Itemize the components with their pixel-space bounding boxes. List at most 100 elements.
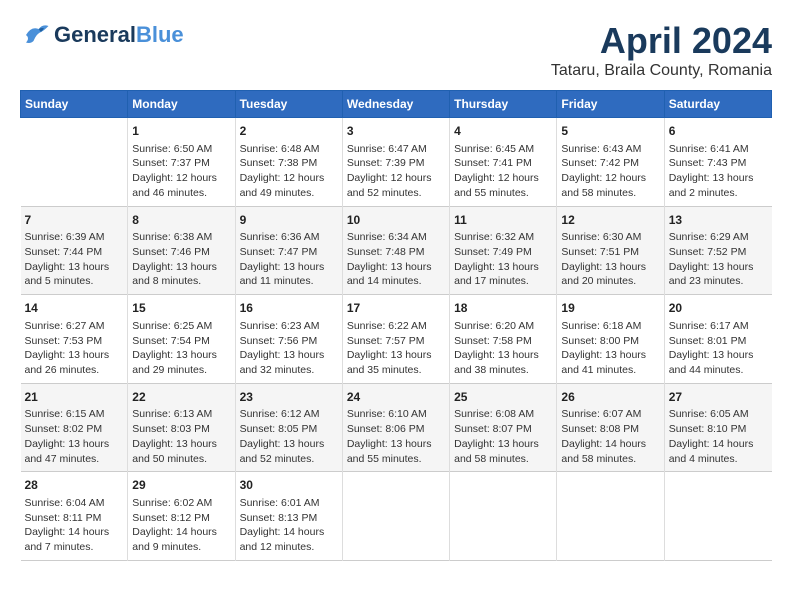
calendar-cell: 13Sunrise: 6:29 AMSunset: 7:52 PMDayligh…	[664, 206, 771, 295]
logo: GeneralBlue	[20, 20, 184, 50]
day-info: Sunrise: 6:08 AMSunset: 8:07 PMDaylight:…	[454, 407, 552, 466]
day-info: Sunrise: 6:02 AMSunset: 8:12 PMDaylight:…	[132, 496, 230, 555]
day-number: 10	[347, 212, 445, 229]
calendar-cell: 1 Sunrise: 6:50 AMSunset: 7:37 PMDaylight…	[128, 118, 235, 207]
day-info: Sunrise: 6:25 AMSunset: 7:54 PMDaylight:…	[132, 319, 230, 378]
day-info: Sunrise: 6:10 AMSunset: 8:06 PMDaylight:…	[347, 407, 445, 466]
day-number: 27	[669, 389, 768, 406]
day-number: 22	[132, 389, 230, 406]
day-number: 3	[347, 123, 445, 140]
day-number: 7	[25, 212, 124, 229]
day-number: 2	[240, 123, 338, 140]
calendar-cell: 24Sunrise: 6:10 AMSunset: 8:06 PMDayligh…	[342, 383, 449, 472]
day-number: 13	[669, 212, 768, 229]
day-info: Sunrise: 6:30 AMSunset: 7:51 PMDaylight:…	[561, 230, 659, 289]
day-info: Sunrise: 6:07 AMSunset: 8:08 PMDaylight:…	[561, 407, 659, 466]
calendar-cell: 26Sunrise: 6:07 AMSunset: 8:08 PMDayligh…	[557, 383, 664, 472]
day-info: Sunrise: 6:01 AMSunset: 8:13 PMDaylight:…	[240, 496, 338, 555]
calendar-cell: 2 Sunrise: 6:48 AMSunset: 7:38 PMDaylight…	[235, 118, 342, 207]
day-number: 8	[132, 212, 230, 229]
header-tuesday: Tuesday	[235, 91, 342, 118]
day-info: Sunrise: 6:18 AMSunset: 8:00 PMDaylight:…	[561, 319, 659, 378]
calendar-cell: 20 Sunrise: 6:17 AMSunset: 8:01 PMDayligh…	[664, 295, 771, 384]
calendar-week-1: 1 Sunrise: 6:50 AMSunset: 7:37 PMDaylight…	[21, 118, 772, 207]
page-header: GeneralBlue April 2024 Tataru, Braila Co…	[20, 20, 772, 80]
calendar-cell: 6Sunrise: 6:41 AMSunset: 7:43 PMDaylight…	[664, 118, 771, 207]
calendar-body: 1 Sunrise: 6:50 AMSunset: 7:37 PMDaylight…	[21, 118, 772, 561]
calendar-week-4: 21Sunrise: 6:15 AMSunset: 8:02 PMDayligh…	[21, 383, 772, 472]
day-info: Sunrise: 6:32 AMSunset: 7:49 PMDaylight:…	[454, 230, 552, 289]
calendar-week-3: 14 Sunrise: 6:27 AMSunset: 7:53 PMDayligh…	[21, 295, 772, 384]
day-number: 30	[240, 477, 338, 494]
day-info: Sunrise: 6:13 AMSunset: 8:03 PMDaylight:…	[132, 407, 230, 466]
header-monday: Monday	[128, 91, 235, 118]
month-title: April 2024	[551, 20, 772, 62]
calendar-week-2: 7Sunrise: 6:39 AMSunset: 7:44 PMDaylight…	[21, 206, 772, 295]
day-number: 24	[347, 389, 445, 406]
calendar-cell: 15 Sunrise: 6:25 AMSunset: 7:54 PMDayligh…	[128, 295, 235, 384]
day-info: Sunrise: 6:47 AMSunset: 7:39 PMDaylight:…	[347, 142, 445, 201]
day-number: 9	[240, 212, 338, 229]
calendar-cell: 3 Sunrise: 6:47 AMSunset: 7:39 PMDaylight…	[342, 118, 449, 207]
calendar-cell: 8Sunrise: 6:38 AMSunset: 7:46 PMDaylight…	[128, 206, 235, 295]
day-info: Sunrise: 6:36 AMSunset: 7:47 PMDaylight:…	[240, 230, 338, 289]
day-info: Sunrise: 6:43 AMSunset: 7:42 PMDaylight:…	[561, 142, 659, 201]
day-number: 21	[25, 389, 124, 406]
day-info: Sunrise: 6:17 AMSunset: 8:01 PMDaylight:…	[669, 319, 768, 378]
calendar-cell	[664, 472, 771, 561]
header-row: Sunday Monday Tuesday Wednesday Thursday…	[21, 91, 772, 118]
calendar-cell: 25Sunrise: 6:08 AMSunset: 8:07 PMDayligh…	[450, 383, 557, 472]
day-number: 11	[454, 212, 552, 229]
day-number: 19	[561, 300, 659, 317]
calendar-cell: 16Sunrise: 6:23 AMSunset: 7:56 PMDayligh…	[235, 295, 342, 384]
calendar-cell: 12Sunrise: 6:30 AMSunset: 7:51 PMDayligh…	[557, 206, 664, 295]
calendar-cell	[557, 472, 664, 561]
day-info: Sunrise: 6:34 AMSunset: 7:48 PMDaylight:…	[347, 230, 445, 289]
calendar-cell: 19 Sunrise: 6:18 AMSunset: 8:00 PMDayligh…	[557, 295, 664, 384]
day-number: 14	[25, 300, 124, 317]
calendar-cell: 30 Sunrise: 6:01 AMSunset: 8:13 PMDayligh…	[235, 472, 342, 561]
calendar-cell: 29 Sunrise: 6:02 AMSunset: 8:12 PMDayligh…	[128, 472, 235, 561]
day-info: Sunrise: 6:29 AMSunset: 7:52 PMDaylight:…	[669, 230, 768, 289]
calendar-cell: 10Sunrise: 6:34 AMSunset: 7:48 PMDayligh…	[342, 206, 449, 295]
day-info: Sunrise: 6:50 AMSunset: 7:37 PMDaylight:…	[132, 142, 230, 201]
calendar-cell: 5Sunrise: 6:43 AMSunset: 7:42 PMDaylight…	[557, 118, 664, 207]
day-number: 17	[347, 300, 445, 317]
day-number: 1	[132, 123, 230, 140]
day-number: 15	[132, 300, 230, 317]
header-wednesday: Wednesday	[342, 91, 449, 118]
calendar-cell: 18 Sunrise: 6:20 AMSunset: 7:58 PMDayligh…	[450, 295, 557, 384]
logo-icon	[20, 20, 50, 50]
day-number: 18	[454, 300, 552, 317]
calendar-cell: 9Sunrise: 6:36 AMSunset: 7:47 PMDaylight…	[235, 206, 342, 295]
header-friday: Friday	[557, 91, 664, 118]
calendar-cell: 7Sunrise: 6:39 AMSunset: 7:44 PMDaylight…	[21, 206, 128, 295]
day-info: Sunrise: 6:27 AMSunset: 7:53 PMDaylight:…	[25, 319, 124, 378]
location-title: Tataru, Braila County, Romania	[551, 62, 772, 80]
calendar-cell: 11Sunrise: 6:32 AMSunset: 7:49 PMDayligh…	[450, 206, 557, 295]
day-info: Sunrise: 6:23 AMSunset: 7:56 PMDaylight:…	[240, 319, 338, 378]
calendar-cell: 4Sunrise: 6:45 AMSunset: 7:41 PMDaylight…	[450, 118, 557, 207]
title-block: April 2024 Tataru, Braila County, Romani…	[551, 20, 772, 80]
day-number: 4	[454, 123, 552, 140]
day-number: 20	[669, 300, 768, 317]
calendar-cell	[342, 472, 449, 561]
calendar-week-5: 28Sunrise: 6:04 AMSunset: 8:11 PMDayligh…	[21, 472, 772, 561]
day-info: Sunrise: 6:39 AMSunset: 7:44 PMDaylight:…	[25, 230, 124, 289]
day-number: 26	[561, 389, 659, 406]
day-info: Sunrise: 6:05 AMSunset: 8:10 PMDaylight:…	[669, 407, 768, 466]
header-sunday: Sunday	[21, 91, 128, 118]
day-number: 28	[25, 477, 124, 494]
day-info: Sunrise: 6:20 AMSunset: 7:58 PMDaylight:…	[454, 319, 552, 378]
calendar-cell: 23Sunrise: 6:12 AMSunset: 8:05 PMDayligh…	[235, 383, 342, 472]
calendar-cell: 21Sunrise: 6:15 AMSunset: 8:02 PMDayligh…	[21, 383, 128, 472]
header-thursday: Thursday	[450, 91, 557, 118]
day-info: Sunrise: 6:15 AMSunset: 8:02 PMDaylight:…	[25, 407, 124, 466]
calendar-cell	[450, 472, 557, 561]
day-number: 29	[132, 477, 230, 494]
day-number: 6	[669, 123, 768, 140]
logo-text: GeneralBlue	[54, 23, 184, 47]
day-info: Sunrise: 6:38 AMSunset: 7:46 PMDaylight:…	[132, 230, 230, 289]
day-number: 23	[240, 389, 338, 406]
day-info: Sunrise: 6:48 AMSunset: 7:38 PMDaylight:…	[240, 142, 338, 201]
